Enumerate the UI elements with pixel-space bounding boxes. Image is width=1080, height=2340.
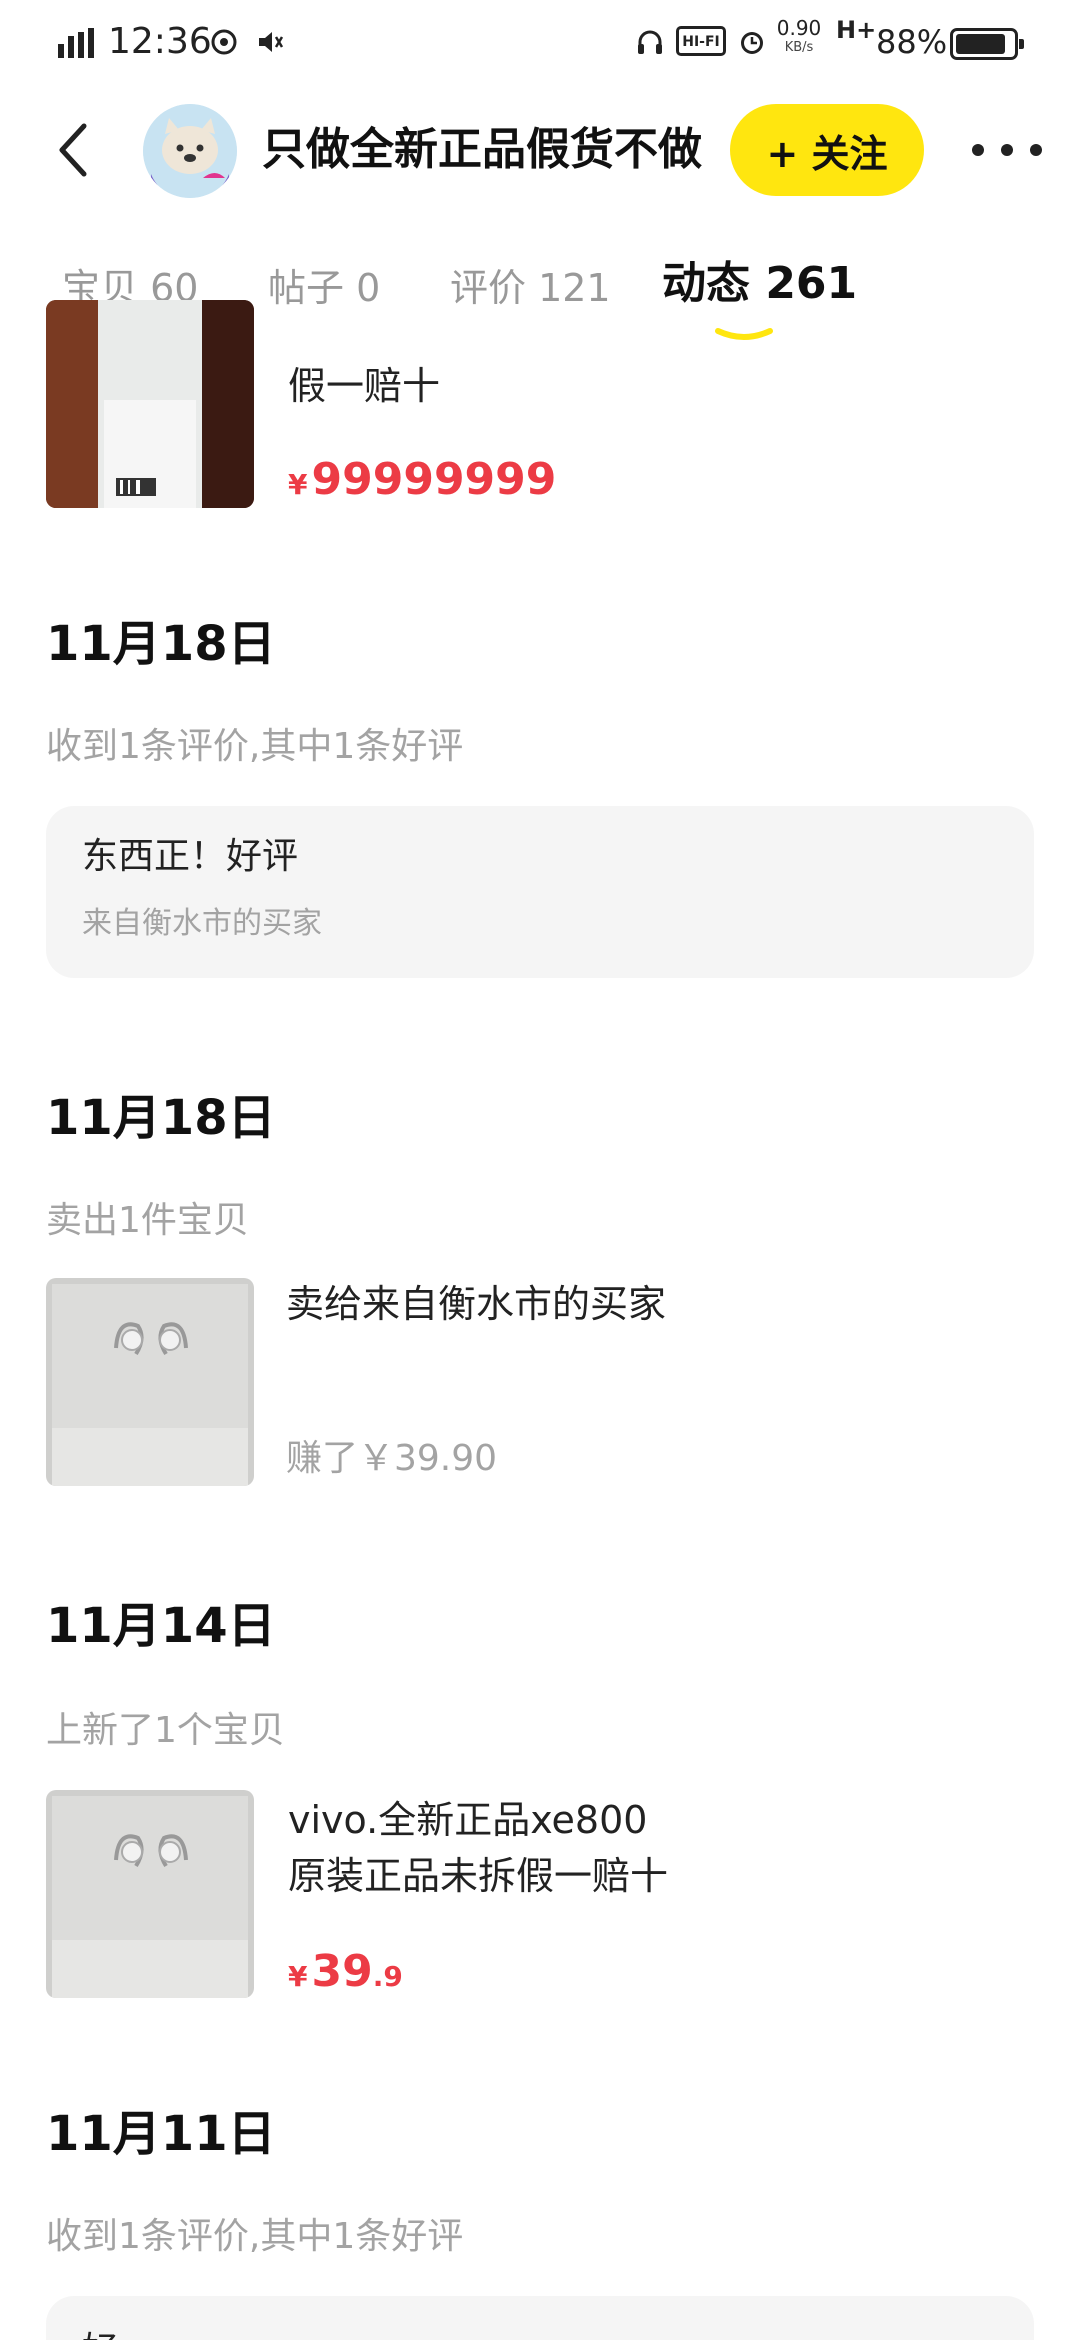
item-thumbnail[interactable] xyxy=(46,1790,254,1998)
hifi-badge: HI-FI xyxy=(676,26,726,56)
review-source: 来自衡水市的买家 xyxy=(82,906,322,941)
item-title: 假一赔十 xyxy=(288,364,441,408)
headphone-icon xyxy=(632,22,668,62)
more-options-icon[interactable] xyxy=(972,128,1042,172)
item-thumbnail[interactable] xyxy=(46,1278,254,1486)
alarm-icon xyxy=(734,22,770,62)
entry-summary: 卖出1件宝贝 xyxy=(46,1200,249,1241)
review-card[interactable]: 东西正！好评 来自衡水市的买家 xyxy=(46,806,1034,978)
entry-summary: 收到1条评价,其中1条好评 xyxy=(46,726,464,767)
sync-icon xyxy=(206,22,242,62)
entry-date: 11月18日 xyxy=(46,1090,276,1146)
shop-name: 只做全新正品假货不做 xyxy=(262,124,702,175)
tab-reviews[interactable]: 评价 121 xyxy=(450,258,611,318)
item-price: ¥39.9 xyxy=(288,1946,403,1997)
review-text: 东西正！好评 xyxy=(82,836,299,877)
item-title-line2: 原装正品未拆假一赔十 xyxy=(288,1854,669,1898)
tab-activity[interactable]: 动态 261 xyxy=(662,254,857,314)
volume-icon xyxy=(252,22,288,62)
entry-summary: 收到1条评价,其中1条好评 xyxy=(46,2216,464,2257)
item-thumbnail[interactable] xyxy=(46,300,254,508)
shop-avatar[interactable] xyxy=(143,104,237,198)
item-title: 卖给来自衡水市的买家 xyxy=(286,1282,667,1326)
tab-posts[interactable]: 帖子 0 xyxy=(268,258,380,318)
earned-amount: 赚了￥39.90 xyxy=(286,1438,498,1479)
battery-icon xyxy=(950,28,1024,60)
battery-percent: 88% xyxy=(876,23,948,61)
active-tab-indicator xyxy=(714,326,774,340)
entry-date: 11月14日 xyxy=(46,1598,276,1654)
entry-date: 11月11日 xyxy=(46,2106,276,2162)
follow-button[interactable]: + 关注 xyxy=(730,104,924,196)
item-price: ¥99999999 xyxy=(288,454,557,505)
status-bar: 12:36 HI-FI 0.90 KB/s H+ 88% xyxy=(0,0,1080,84)
review-card[interactable]: 好 xyxy=(46,2296,1034,2340)
entry-summary: 上新了1个宝贝 xyxy=(46,1710,285,1751)
network-speed: 0.90 KB/s xyxy=(776,16,822,55)
signal-icon xyxy=(58,28,98,58)
network-type: H+ xyxy=(836,16,877,44)
item-title: vivo.全新正品xe800 xyxy=(288,1798,648,1842)
entry-date: 11月18日 xyxy=(46,616,276,672)
back-button[interactable] xyxy=(52,120,96,180)
review-text: 好 xyxy=(82,2326,118,2340)
status-time: 12:36 xyxy=(108,21,212,62)
